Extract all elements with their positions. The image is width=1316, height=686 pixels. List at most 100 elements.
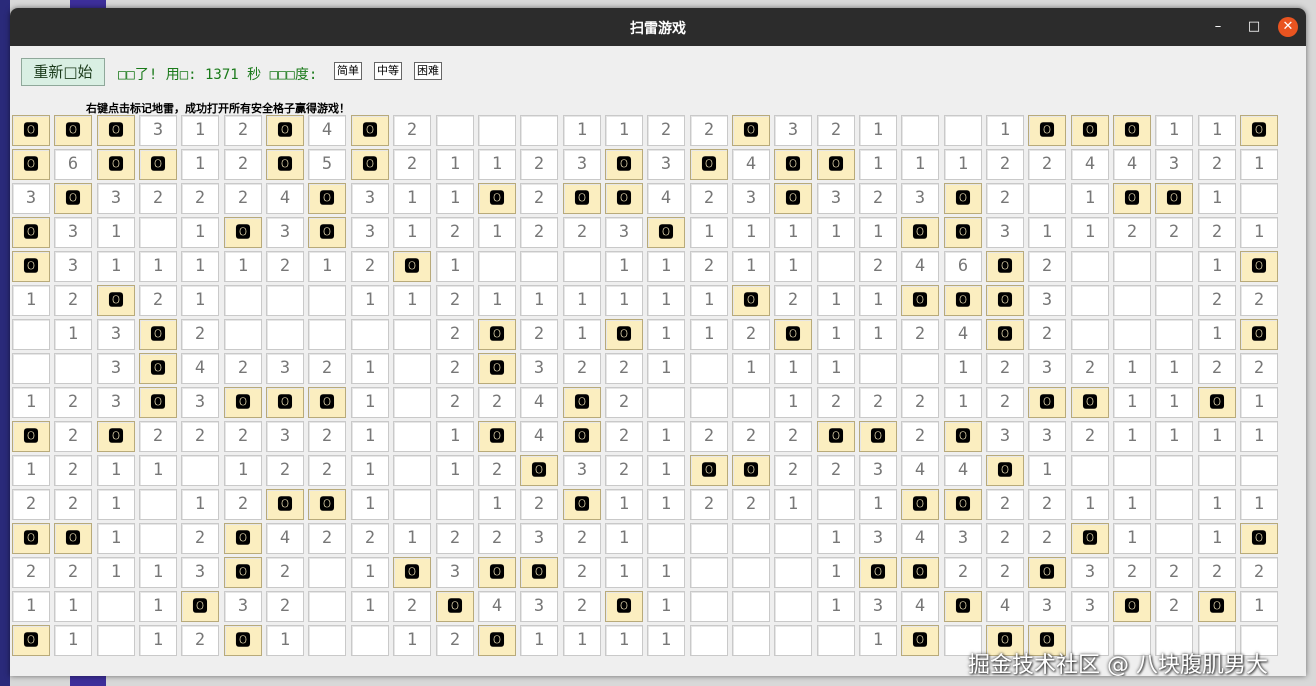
board-cell[interactable]	[478, 115, 516, 146]
board-cell[interactable]: 1	[181, 217, 219, 248]
mine-cell[interactable]: 🅾	[901, 285, 939, 316]
mine-cell[interactable]: 🅾	[944, 285, 982, 316]
board-cell[interactable]	[690, 591, 728, 622]
mine-cell[interactable]: 🅾	[478, 353, 516, 384]
board-cell[interactable]: 4	[901, 523, 939, 554]
mine-cell[interactable]: 🅾	[12, 217, 50, 248]
board-cell[interactable]	[690, 353, 728, 384]
board-cell[interactable]: 4	[1113, 149, 1151, 180]
board-cell[interactable]: 2	[266, 557, 304, 588]
mine-cell[interactable]: 🅾	[520, 557, 558, 588]
board-cell[interactable]: 2	[1198, 353, 1236, 384]
board-cell[interactable]	[266, 285, 304, 316]
board-cell[interactable]: 4	[901, 251, 939, 282]
board-cell[interactable]: 2	[54, 489, 92, 520]
board-cell[interactable]: 1	[732, 353, 770, 384]
board-cell[interactable]: 2	[224, 353, 262, 384]
board-cell[interactable]: 1	[647, 455, 685, 486]
mine-cell[interactable]: 🅾	[266, 387, 304, 418]
mine-cell[interactable]: 🅾	[690, 455, 728, 486]
board-cell[interactable]: 2	[1028, 251, 1066, 282]
board-cell[interactable]: 2	[436, 387, 474, 418]
board-cell[interactable]: 2	[901, 421, 939, 452]
mine-cell[interactable]: 🅾	[1028, 557, 1066, 588]
mine-cell[interactable]: 🅾	[12, 421, 50, 452]
board-cell[interactable]: 1	[139, 591, 177, 622]
mine-cell[interactable]: 🅾	[224, 557, 262, 588]
board-cell[interactable]: 1	[97, 217, 135, 248]
board-cell[interactable]: 3	[647, 149, 685, 180]
mine-cell[interactable]: 🅾	[774, 149, 812, 180]
board-cell[interactable]: 1	[647, 625, 685, 656]
board-cell[interactable]	[308, 319, 346, 350]
board-cell[interactable]	[308, 591, 346, 622]
board-cell[interactable]	[393, 489, 431, 520]
mine-cell[interactable]: 🅾	[605, 183, 643, 214]
mine-cell[interactable]: 🅾	[393, 251, 431, 282]
board-cell[interactable]: 2	[139, 183, 177, 214]
board-cell[interactable]: 2	[1198, 285, 1236, 316]
mine-cell[interactable]: 🅾	[54, 183, 92, 214]
board-cell[interactable]: 2	[1240, 285, 1278, 316]
board-cell[interactable]	[351, 625, 389, 656]
board-cell[interactable]: 1	[1113, 489, 1151, 520]
board-cell[interactable]: 1	[563, 285, 601, 316]
mine-cell[interactable]: 🅾	[944, 489, 982, 520]
board-cell[interactable]: 1	[436, 251, 474, 282]
board-cell[interactable]: 1	[1198, 115, 1236, 146]
board-cell[interactable]	[774, 625, 812, 656]
board-cell[interactable]: 3	[181, 557, 219, 588]
board-cell[interactable]: 3	[520, 523, 558, 554]
board-cell[interactable]: 2	[690, 421, 728, 452]
board-cell[interactable]: 1	[1155, 421, 1193, 452]
board-cell[interactable]: 2	[817, 455, 855, 486]
board-cell[interactable]	[817, 251, 855, 282]
mine-cell[interactable]: 🅾	[732, 115, 770, 146]
board-cell[interactable]: 1	[605, 285, 643, 316]
mine-cell[interactable]: 🅾	[12, 115, 50, 146]
board-cell[interactable]: 2	[181, 183, 219, 214]
board-cell[interactable]	[817, 625, 855, 656]
mine-cell[interactable]: 🅾	[1155, 183, 1193, 214]
board-cell[interactable]: 1	[54, 591, 92, 622]
board-cell[interactable]	[436, 489, 474, 520]
board-cell[interactable]: 1	[12, 591, 50, 622]
board-cell[interactable]	[1113, 319, 1151, 350]
board-cell[interactable]: 1	[817, 285, 855, 316]
close-button[interactable]: ✕	[1278, 17, 1298, 37]
mine-cell[interactable]: 🅾	[12, 523, 50, 554]
board-cell[interactable]: 1	[605, 523, 643, 554]
board-cell[interactable]: 2	[224, 183, 262, 214]
board-cell[interactable]: 1	[859, 625, 897, 656]
board-cell[interactable]: 2	[901, 387, 939, 418]
board-cell[interactable]: 4	[520, 387, 558, 418]
board-cell[interactable]: 1	[1198, 183, 1236, 214]
board-cell[interactable]: 1	[647, 353, 685, 384]
difficulty-hard-button[interactable]: 困难	[414, 62, 442, 80]
board-cell[interactable]: 3	[520, 353, 558, 384]
board-cell[interactable]: 1	[944, 149, 982, 180]
board-cell[interactable]: 2	[54, 387, 92, 418]
board-cell[interactable]	[647, 387, 685, 418]
board-cell[interactable]	[901, 353, 939, 384]
board-cell[interactable]: 1	[181, 115, 219, 146]
board-cell[interactable]: 4	[520, 421, 558, 452]
board-cell[interactable]: 6	[944, 251, 982, 282]
board-cell[interactable]: 1	[647, 489, 685, 520]
board-cell[interactable]	[308, 285, 346, 316]
board-cell[interactable]	[1155, 319, 1193, 350]
mine-cell[interactable]: 🅾	[266, 489, 304, 520]
board-cell[interactable]: 2	[436, 285, 474, 316]
board-cell[interactable]: 1	[986, 115, 1024, 146]
mine-cell[interactable]: 🅾	[266, 115, 304, 146]
board-cell[interactable]	[1071, 285, 1109, 316]
board-cell[interactable]: 2	[478, 387, 516, 418]
board-cell[interactable]: 2	[1155, 557, 1193, 588]
difficulty-medium-button[interactable]: 中等	[374, 62, 402, 80]
board-cell[interactable]: 2	[181, 421, 219, 452]
mine-cell[interactable]: 🅾	[181, 591, 219, 622]
board-cell[interactable]: 1	[139, 557, 177, 588]
board-cell[interactable]: 1	[605, 489, 643, 520]
mine-cell[interactable]: 🅾	[901, 489, 939, 520]
board-cell[interactable]	[817, 489, 855, 520]
